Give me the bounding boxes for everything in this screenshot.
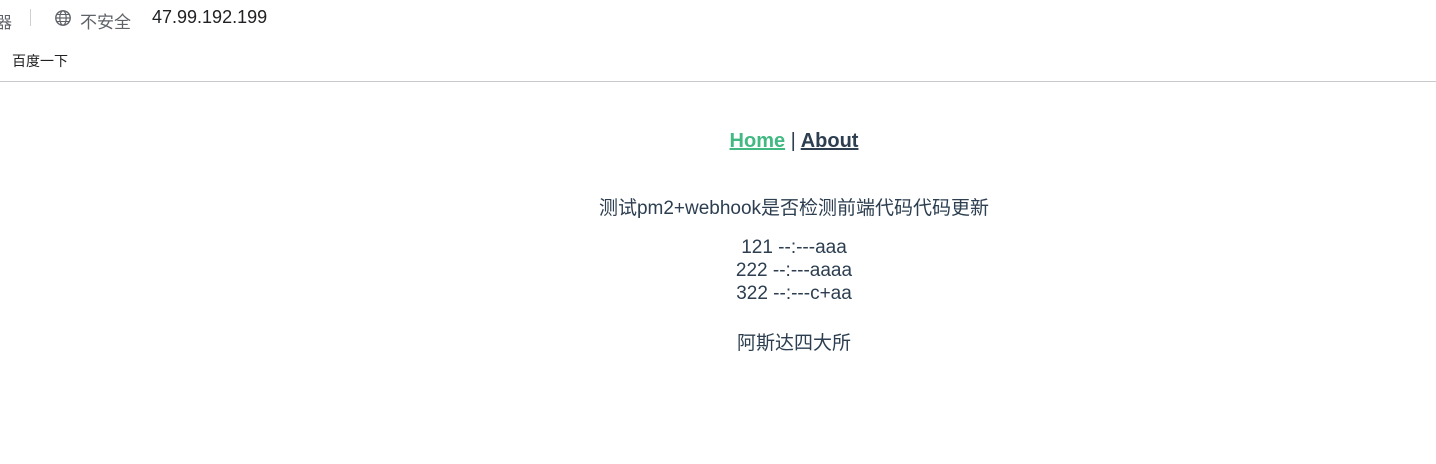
page-title: 测试pm2+webhook是否检测前端代码代码更新 bbox=[598, 198, 990, 219]
nav-divider: | bbox=[790, 130, 796, 152]
globe-icon[interactable] bbox=[54, 9, 72, 27]
browser-chrome: 器 不安全 47.99.192.199 百度一下 bbox=[0, 0, 1436, 82]
security-status[interactable]: 不安全 bbox=[80, 8, 131, 33]
list-item: 222 --:---aaaa bbox=[735, 260, 853, 281]
nav: Home | About bbox=[0, 130, 1436, 153]
footer-text: 阿斯达四大所 bbox=[736, 333, 851, 354]
nav-about-link[interactable]: About bbox=[801, 130, 859, 152]
list-item: 121 --:---aaa bbox=[741, 237, 847, 258]
list-item: 322 --:---c+aa bbox=[736, 283, 852, 304]
divider bbox=[30, 9, 31, 26]
item-list: 121 --:---aaa 222 --:---aaaa 322 --:---c… bbox=[0, 236, 1436, 305]
reader-mode-icon[interactable]: 器 bbox=[0, 9, 12, 33]
bookmark-baidu[interactable]: 百度一下 bbox=[12, 51, 68, 71]
nav-home-link[interactable]: Home bbox=[730, 130, 786, 152]
bookmarks-bar: 百度一下 bbox=[0, 44, 1436, 74]
url-field[interactable]: 47.99.192.199 bbox=[152, 7, 267, 28]
address-bar[interactable]: 器 不安全 47.99.192.199 bbox=[0, 0, 1436, 36]
